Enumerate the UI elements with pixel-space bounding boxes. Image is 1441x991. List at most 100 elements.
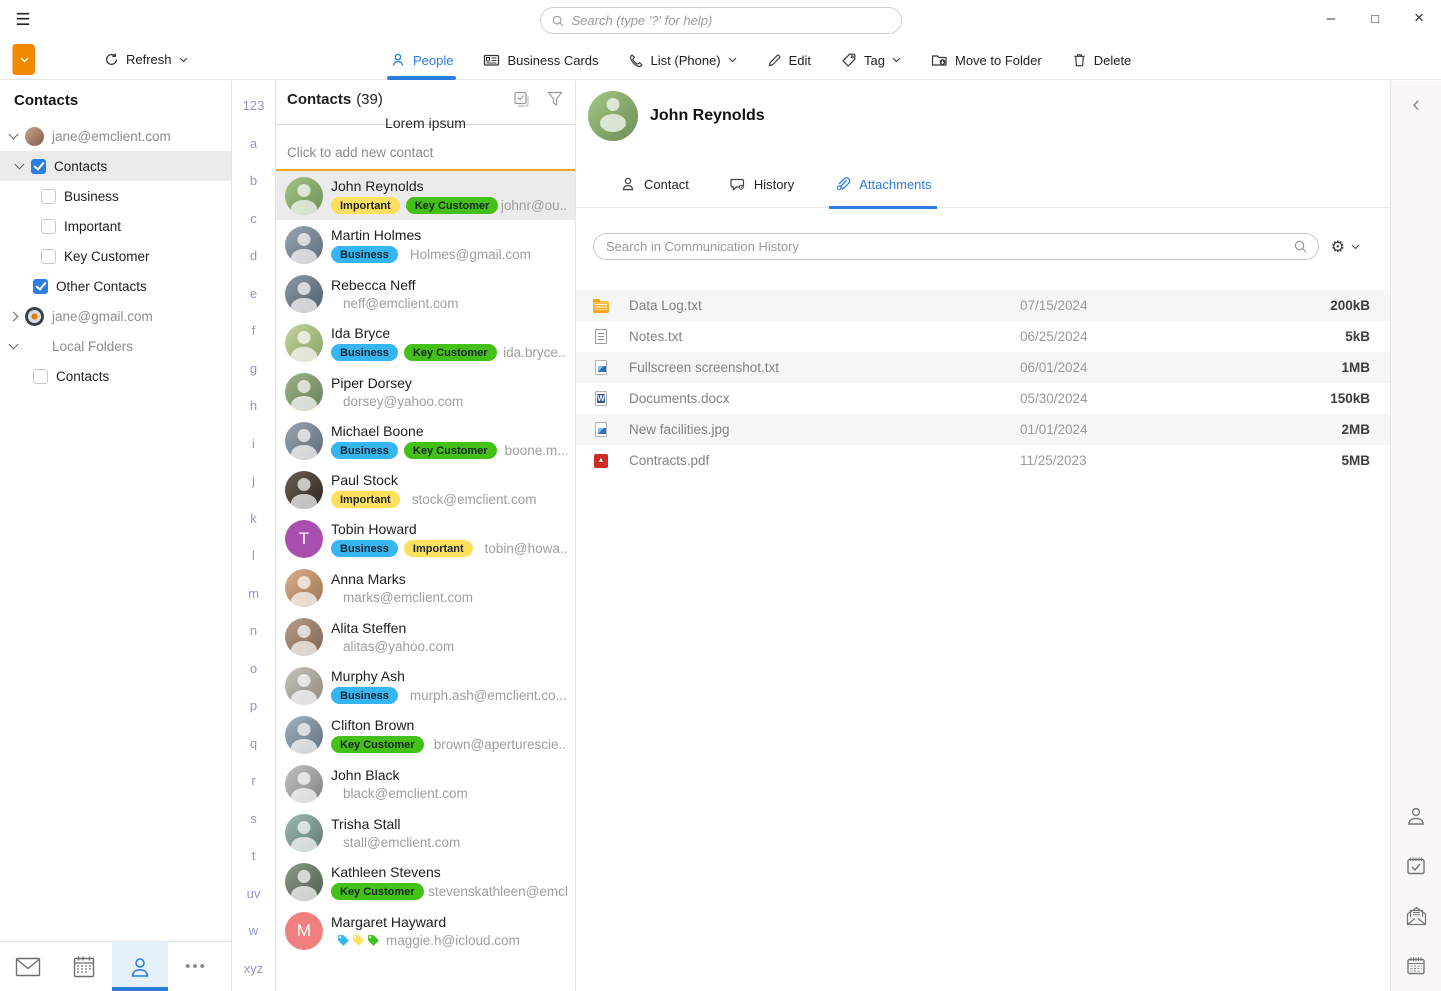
global-search[interactable] bbox=[540, 7, 902, 34]
attachment-row[interactable]: Data Log.txt 07/15/2024 200kB bbox=[576, 290, 1390, 321]
alphabet-letter[interactable]: r bbox=[232, 762, 275, 800]
add-new-contact-row[interactable]: Click to add new contact bbox=[276, 135, 575, 171]
tree-chevron-icon[interactable] bbox=[15, 160, 25, 170]
tab-attachments[interactable]: Attachments bbox=[834, 161, 931, 208]
alphabet-letter[interactable]: h bbox=[232, 387, 275, 425]
delete-button[interactable]: Delete bbox=[1072, 40, 1132, 80]
search-settings-button[interactable]: ⚙ bbox=[1331, 237, 1360, 257]
folder-tree-item[interactable]: Local Folders bbox=[0, 331, 231, 361]
contact-list-item[interactable]: Rebecca Neff neff@emclient.com bbox=[276, 269, 575, 318]
folder-checkbox[interactable] bbox=[41, 249, 56, 264]
alphabet-letter[interactable]: b bbox=[232, 162, 275, 200]
alphabet-letter[interactable]: d bbox=[232, 237, 275, 275]
multi-select-icon[interactable] bbox=[513, 91, 531, 108]
folder-checkbox[interactable] bbox=[33, 279, 48, 294]
contact-list-item[interactable]: Kathleen Stevens Key Customer stevenskat… bbox=[276, 857, 575, 906]
alphabet-letter[interactable]: o bbox=[232, 650, 275, 688]
contact-list-item[interactable]: John Reynolds ImportantKey Customer john… bbox=[276, 171, 575, 220]
communication-search-input[interactable] bbox=[606, 239, 1293, 254]
alphabet-letter[interactable]: i bbox=[232, 425, 275, 463]
partially-scrolled-row[interactable]: Lorem ipsum bbox=[276, 113, 575, 135]
close-button[interactable]: × bbox=[1397, 0, 1441, 36]
contact-list-item[interactable]: M Margaret Hayward magg bbox=[276, 906, 575, 955]
rail-agenda-button[interactable] bbox=[1405, 955, 1427, 977]
attachment-row[interactable]: Contracts.pdf 11/25/2023 5MB bbox=[576, 445, 1390, 476]
module-mail[interactable] bbox=[0, 942, 56, 991]
collapse-panel-icon[interactable]: ‹ bbox=[1391, 91, 1441, 117]
tab-contact[interactable]: Contact bbox=[620, 161, 689, 208]
alphabet-letter[interactable]: p bbox=[232, 687, 275, 725]
global-search-input[interactable] bbox=[572, 13, 891, 28]
folder-checkbox[interactable] bbox=[41, 189, 56, 204]
refresh-button[interactable]: Refresh bbox=[104, 44, 188, 75]
contact-list-item[interactable]: Piper Dorsey dorsey@yahoo.com bbox=[276, 367, 575, 416]
folder-tree-item[interactable]: Business bbox=[0, 181, 231, 211]
contact-list-item[interactable]: Trisha Stall stall@emclient.com bbox=[276, 808, 575, 857]
folder-tree-item[interactable]: Important bbox=[0, 211, 231, 241]
maximize-button[interactable]: □ bbox=[1353, 0, 1397, 36]
new-dropdown-button[interactable] bbox=[13, 44, 35, 75]
alphabet-letter[interactable]: a bbox=[232, 125, 275, 163]
contact-list-item[interactable]: Michael Boone BusinessKey Customer boone… bbox=[276, 416, 575, 465]
alphabet-letter[interactable]: w bbox=[232, 912, 275, 950]
folder-tree-item[interactable]: jane@emclient.com bbox=[0, 121, 231, 151]
module-calendar[interactable] bbox=[56, 942, 112, 991]
module-more[interactable]: ••• bbox=[168, 942, 224, 991]
folder-tree-item[interactable]: jane@gmail.com bbox=[0, 301, 231, 331]
alphabet-letter[interactable]: c bbox=[232, 200, 275, 238]
alphabet-letter[interactable]: f bbox=[232, 312, 275, 350]
move-to-folder-button[interactable]: Move to Folder bbox=[931, 40, 1042, 80]
contact-list-item[interactable]: Martin Holmes Business Holmes@gmail.com bbox=[276, 220, 575, 269]
folder-tree-item[interactable]: Other Contacts bbox=[0, 271, 231, 301]
contact-list-item[interactable]: Anna Marks marks@emclient.com bbox=[276, 563, 575, 612]
attachment-row[interactable]: New facilities.jpg 01/01/2024 2MB bbox=[576, 414, 1390, 445]
tree-chevron-icon[interactable] bbox=[9, 340, 19, 350]
edit-button[interactable]: Edit bbox=[767, 40, 811, 80]
contact-list-item[interactable]: Alita Steffen alitas@yahoo.com bbox=[276, 612, 575, 661]
folder-checkbox[interactable] bbox=[41, 219, 56, 234]
communication-search[interactable] bbox=[593, 233, 1319, 260]
contact-list-item[interactable]: Murphy Ash Business murph.ash@emclient.c… bbox=[276, 661, 575, 710]
alphabet-letter[interactable]: q bbox=[232, 725, 275, 763]
alphabet-letter[interactable]: n bbox=[232, 612, 275, 650]
filter-icon[interactable] bbox=[547, 91, 563, 107]
tab-history[interactable]: History bbox=[729, 161, 794, 208]
contact-list-item[interactable]: Clifton Brown Key Customer brown@apertur… bbox=[276, 710, 575, 759]
tag-button[interactable]: Tag bbox=[841, 40, 901, 80]
module-people[interactable] bbox=[112, 942, 168, 991]
alphabet-letter[interactable]: e bbox=[232, 275, 275, 313]
alphabet-letter[interactable]: l bbox=[232, 537, 275, 575]
rail-tasks-button[interactable] bbox=[1405, 855, 1427, 877]
alphabet-letter[interactable]: m bbox=[232, 575, 275, 613]
alphabet-letter[interactable]: uv bbox=[232, 875, 275, 913]
rail-mail-button[interactable] bbox=[1405, 905, 1428, 927]
tab-people[interactable]: People bbox=[390, 40, 453, 80]
folder-checkbox[interactable] bbox=[33, 369, 48, 384]
hamburger-menu-icon[interactable]: ☰ bbox=[10, 8, 36, 32]
alphabet-letter[interactable]: k bbox=[232, 500, 275, 538]
alphabet-letter[interactable]: 123 bbox=[232, 87, 275, 125]
attachment-row[interactable]: Notes.txt 06/25/2024 5kB bbox=[576, 321, 1390, 352]
folder-checkbox[interactable] bbox=[31, 159, 46, 174]
alphabet-letter[interactable]: j bbox=[232, 462, 275, 500]
folder-tree-item[interactable]: Contacts bbox=[0, 151, 231, 181]
contact-list-item[interactable]: T Tobin Howard BusinessImportant bbox=[276, 514, 575, 563]
tab-business-cards[interactable]: Business Cards bbox=[483, 40, 598, 80]
alphabet-letter[interactable]: xyz bbox=[232, 950, 275, 988]
folder-tree-item[interactable]: Key Customer bbox=[0, 241, 231, 271]
contact-list-item[interactable]: John Black black@emclient.com bbox=[276, 759, 575, 808]
attachment-row[interactable]: Fullscreen screenshot.txt 06/01/2024 1MB bbox=[576, 352, 1390, 383]
alphabet-letter[interactable]: t bbox=[232, 837, 275, 875]
folder-tree-item[interactable]: Contacts bbox=[0, 361, 231, 391]
tab-list-phone[interactable]: List (Phone) bbox=[629, 40, 737, 80]
contact-list-item[interactable]: Paul Stock Important stock@emclient.com bbox=[276, 465, 575, 514]
new-button[interactable]: + New bbox=[12, 44, 35, 75]
rail-contact-button[interactable] bbox=[1405, 805, 1427, 827]
alphabet-letter[interactable]: g bbox=[232, 350, 275, 388]
alphabet-letter[interactable]: s bbox=[232, 800, 275, 838]
tree-chevron-icon[interactable] bbox=[9, 130, 19, 140]
contact-list-item[interactable]: Ida Bryce BusinessKey Customer ida.bryce… bbox=[276, 318, 575, 367]
tree-chevron-icon[interactable] bbox=[9, 311, 19, 321]
minimize-button[interactable]: – bbox=[1309, 0, 1353, 36]
attachment-row[interactable]: Documents.docx 05/30/2024 150kB bbox=[576, 383, 1390, 414]
